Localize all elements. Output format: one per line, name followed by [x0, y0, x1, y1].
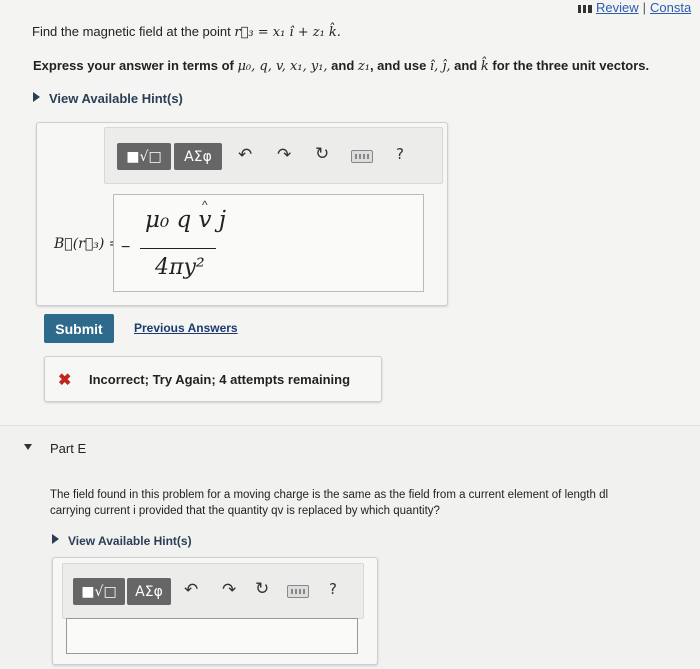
caret-right-icon	[33, 92, 40, 102]
greek-symbols-button[interactable]: ΑΣφ	[127, 578, 171, 605]
instruction-c: , and use	[369, 58, 430, 73]
feedback-text: Incorrect; Try Again; 4 attempts remaini…	[89, 372, 351, 387]
question-prefix: Find the magnetic field at the point	[32, 24, 235, 39]
math-toolbar-part-e: ■√□ ΑΣφ ↶ ↷ ↻ ?	[62, 563, 364, 619]
review-constants-links: Review | Consta	[578, 0, 691, 15]
greek-symbols-button[interactable]: ΑΣφ	[174, 143, 222, 170]
redo-icon[interactable]: ↷	[277, 145, 291, 165]
instruction-units: î, ĵ,	[429, 59, 451, 74]
fraction-bar	[140, 248, 216, 249]
instruction-text: Express your answer in terms of μ₀, q, v…	[33, 58, 649, 74]
question-math: r⃗₃ = x₁ î + z₁ k̂.	[234, 25, 341, 40]
instruction-a: Express your answer in terms of	[33, 58, 238, 73]
answer-input-part-e[interactable]	[66, 618, 358, 654]
view-hints-label: View Available Hint(s)	[49, 91, 183, 106]
part-e-title[interactable]: Part E	[50, 441, 86, 456]
templates-button[interactable]: ■√□	[73, 578, 125, 605]
help-button[interactable]: ?	[396, 145, 404, 163]
instruction-vars: μ₀, q, v, x₁, y₁,	[237, 59, 328, 74]
chevron-down-icon[interactable]	[24, 444, 32, 450]
reset-icon[interactable]: ↻	[255, 579, 269, 599]
instruction-d: and	[450, 58, 481, 73]
fraction-denominator: 4πy²	[155, 255, 205, 280]
part-e-question-line1: The field found in this problem for a mo…	[50, 489, 609, 501]
keyboard-icon[interactable]	[287, 585, 309, 598]
submit-button[interactable]: Submit	[44, 314, 114, 343]
redo-icon[interactable]: ↷	[222, 580, 236, 600]
reset-icon[interactable]: ↻	[315, 144, 329, 164]
constants-link[interactable]: Consta	[650, 0, 691, 15]
instruction-e: for the three unit vectors.	[488, 58, 650, 73]
minus-sign: −	[121, 239, 131, 256]
view-hints-label: View Available Hint(s)	[68, 534, 192, 548]
equation-label: B⃗(r⃗₃) =	[54, 236, 121, 252]
header-separator: |	[642, 0, 647, 15]
review-link[interactable]: Review	[596, 0, 639, 15]
instruction-b: and	[327, 58, 358, 73]
instruction-z1: z₁	[357, 59, 370, 74]
view-hints-toggle-part-e[interactable]: View Available Hint(s)	[52, 534, 192, 548]
question-text: Find the magnetic field at the point r⃗₃…	[32, 24, 341, 40]
math-toolbar: ■√□ ΑΣφ ↶ ↷ ↻ ?	[104, 127, 443, 184]
undo-icon[interactable]: ↶	[238, 145, 252, 165]
instruction-k: k̂	[480, 59, 489, 74]
undo-icon[interactable]: ↶	[184, 580, 198, 600]
previous-answers-link[interactable]: Previous Answers	[134, 321, 238, 335]
fraction-numerator: μ₀ q v j	[145, 207, 226, 233]
part-e-question-line2: carrying current i provided that the qua…	[50, 505, 440, 517]
help-button[interactable]: ?	[329, 580, 337, 598]
review-icon	[578, 4, 592, 13]
view-hints-toggle[interactable]: View Available Hint(s)	[33, 91, 183, 106]
keyboard-icon[interactable]	[351, 150, 373, 163]
caret-right-icon	[52, 534, 59, 544]
templates-button[interactable]: ■√□	[117, 143, 171, 170]
incorrect-icon: ✖	[58, 372, 72, 389]
